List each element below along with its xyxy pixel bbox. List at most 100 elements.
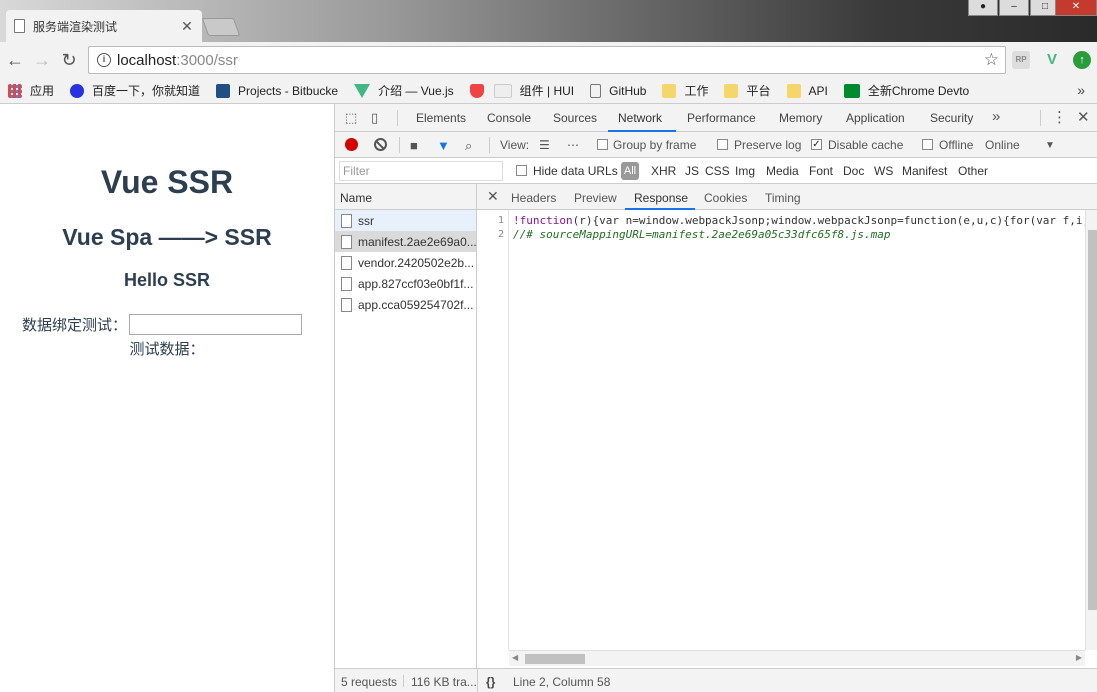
device-toggle-icon[interactable]: ▯ bbox=[371, 110, 378, 126]
filter-funnel-icon[interactable]: ▼ bbox=[437, 138, 450, 153]
bookmark-chrome-devtools[interactable]: 全新Chrome Devto bbox=[843, 82, 969, 99]
tab-response[interactable]: Response bbox=[634, 191, 688, 205]
filter-type-img[interactable]: Img bbox=[735, 164, 755, 178]
request-row[interactable]: vendor.2420502e2b... bbox=[335, 252, 476, 273]
bitbucket-icon bbox=[216, 83, 231, 98]
window-close-icon[interactable]: ✕ bbox=[1055, 0, 1097, 16]
toolbar-divider bbox=[397, 110, 398, 126]
clear-icon[interactable] bbox=[374, 138, 387, 151]
vue-devtools-icon[interactable]: V bbox=[1043, 51, 1061, 69]
close-icon[interactable]: ✕ bbox=[180, 18, 194, 35]
tab-security[interactable]: Security bbox=[930, 111, 973, 125]
search-icon[interactable]: ⌕ bbox=[465, 138, 472, 154]
throttling-select[interactable]: Online bbox=[985, 138, 1020, 152]
filter-type-xhr[interactable]: XHR bbox=[651, 164, 676, 178]
reload-icon[interactable]: ↻ bbox=[58, 49, 80, 71]
close-devtools-icon[interactable]: ✕ bbox=[1077, 108, 1090, 126]
back-arrow-icon[interactable]: ← bbox=[4, 49, 26, 71]
info-icon[interactable]: i bbox=[97, 53, 111, 67]
group-by-frame-checkbox[interactable] bbox=[597, 139, 608, 150]
request-row[interactable]: manifest.2ae2e69a0... bbox=[335, 231, 476, 252]
filter-type-all[interactable]: All bbox=[621, 162, 639, 180]
bookmark-label: 工作 bbox=[684, 84, 709, 98]
bookmark-folder-platform[interactable]: 平台 bbox=[724, 82, 771, 99]
bookmark-bitbucket[interactable]: Projects - Bitbucke bbox=[216, 83, 338, 98]
list-view-icon[interactable]: ☰ bbox=[539, 138, 550, 152]
filter-type-other[interactable]: Other bbox=[958, 164, 988, 178]
disable-cache-checkbox[interactable]: ✓ bbox=[811, 139, 822, 150]
tab-performance[interactable]: Performance bbox=[687, 111, 756, 125]
filter-input[interactable]: Filter bbox=[339, 161, 503, 181]
minimize-icon[interactable]: – bbox=[999, 0, 1029, 16]
offline-checkbox[interactable] bbox=[922, 139, 933, 150]
tab-sources[interactable]: Sources bbox=[553, 111, 597, 125]
test-data-output: 测试数据： bbox=[129, 341, 205, 358]
tab-network[interactable]: Network bbox=[618, 111, 662, 125]
tab-elements[interactable]: Elements bbox=[416, 111, 466, 125]
request-name: vendor.2420502e2b... bbox=[358, 255, 475, 270]
filter-type-doc[interactable]: Doc bbox=[843, 164, 864, 178]
request-row[interactable]: app.cca059254702f... bbox=[335, 294, 476, 315]
bookmark-github[interactable]: GitHub bbox=[590, 83, 646, 98]
scrollbar-thumb[interactable] bbox=[525, 654, 585, 664]
request-row[interactable]: app.827ccf03e0bf1f... bbox=[335, 273, 476, 294]
new-tab-button[interactable] bbox=[201, 18, 241, 36]
cursor-position: Line 2, Column 58 bbox=[513, 675, 611, 689]
bind-test-input[interactable] bbox=[129, 314, 303, 335]
record-icon[interactable] bbox=[345, 138, 358, 151]
forward-arrow-icon[interactable]: → bbox=[31, 49, 53, 71]
preserve-log-label: Preserve log bbox=[734, 138, 802, 152]
tab-timing[interactable]: Timing bbox=[765, 191, 801, 205]
screenshot-camera-icon[interactable]: ■ bbox=[410, 138, 418, 153]
scrollbar-thumb[interactable] bbox=[1088, 230, 1097, 610]
address-bar[interactable]: i localhost :3000/ssr ☆ bbox=[88, 46, 1006, 74]
preserve-log-checkbox[interactable] bbox=[717, 139, 728, 150]
bookmark-folder-api[interactable]: API bbox=[786, 83, 828, 98]
url-path: :3000/ssr bbox=[176, 51, 238, 69]
tab-application[interactable]: Application bbox=[846, 111, 905, 125]
browser-tab[interactable]: 服务端渲染测试 ✕ bbox=[6, 10, 202, 42]
tab-headers[interactable]: Headers bbox=[511, 191, 556, 205]
filter-type-font[interactable]: Font bbox=[809, 164, 833, 178]
name-column-header[interactable]: Name bbox=[335, 184, 476, 210]
kebab-menu-icon[interactable]: ⋮ bbox=[1052, 108, 1067, 126]
vertical-scrollbar[interactable] bbox=[1085, 210, 1097, 650]
tab-cookies[interactable]: Cookies bbox=[704, 191, 747, 205]
request-row[interactable]: ssr bbox=[335, 210, 476, 231]
more-tabs-icon[interactable]: » bbox=[992, 108, 1000, 125]
bookmark-shield[interactable] bbox=[469, 83, 484, 98]
hide-data-urls-checkbox[interactable] bbox=[516, 165, 527, 176]
tab-console[interactable]: Console bbox=[487, 111, 531, 125]
hide-data-urls-label: Hide data URLs bbox=[533, 164, 618, 178]
bookmark-folder-work[interactable]: 工作 bbox=[662, 82, 708, 99]
line-number: 1 bbox=[497, 215, 504, 226]
extension-update-icon[interactable]: ↑ bbox=[1073, 51, 1091, 69]
bookmark-baidu[interactable]: 百度一下，你就知道 bbox=[70, 82, 200, 99]
devtools-panel: ⬚ ▯ Elements Console Sources Network Per… bbox=[334, 104, 1097, 692]
filter-type-manifest[interactable]: Manifest bbox=[902, 164, 947, 178]
pretty-print-icon[interactable]: {} bbox=[486, 675, 495, 689]
horizontal-scrollbar[interactable]: ◀ ▶ bbox=[509, 650, 1085, 666]
filter-type-css[interactable]: CSS bbox=[705, 164, 730, 178]
bookmark-vue[interactable]: 介绍 — Vue.js bbox=[354, 82, 454, 99]
status-bar: 5 requests 116 KB tra... {} Line 2, Colu… bbox=[335, 668, 1097, 692]
filter-type-media[interactable]: Media bbox=[766, 164, 799, 178]
response-code-view[interactable]: 1 2 !function(r){var n=window.webpackJso… bbox=[477, 210, 1085, 650]
scroll-left-icon[interactable]: ◀ bbox=[512, 653, 518, 662]
inspect-element-icon[interactable]: ⬚ bbox=[345, 110, 357, 126]
filter-type-ws[interactable]: WS bbox=[874, 164, 893, 178]
user-icon[interactable]: ● bbox=[968, 0, 998, 16]
chevron-right-icon[interactable]: » bbox=[1077, 82, 1085, 98]
bookmark-apps[interactable]: 应用 bbox=[8, 82, 54, 99]
bookmark-star-icon[interactable]: ☆ bbox=[984, 50, 999, 70]
scroll-right-icon[interactable]: ▶ bbox=[1076, 653, 1082, 662]
filter-bar: Filter Hide data URLs All XHR JS CSS Img… bbox=[335, 158, 1097, 184]
chevron-down-icon[interactable]: ▼ bbox=[1045, 140, 1055, 151]
tab-preview[interactable]: Preview bbox=[574, 191, 617, 205]
filter-type-js[interactable]: JS bbox=[685, 164, 699, 178]
waterfall-view-icon[interactable]: ⋯ bbox=[567, 138, 579, 152]
tab-memory[interactable]: Memory bbox=[779, 111, 822, 125]
close-icon[interactable]: ✕ bbox=[487, 188, 499, 205]
bookmark-hui[interactable]: 组件 | HUI bbox=[493, 82, 574, 99]
extension-rp-icon[interactable]: RP bbox=[1012, 51, 1030, 69]
